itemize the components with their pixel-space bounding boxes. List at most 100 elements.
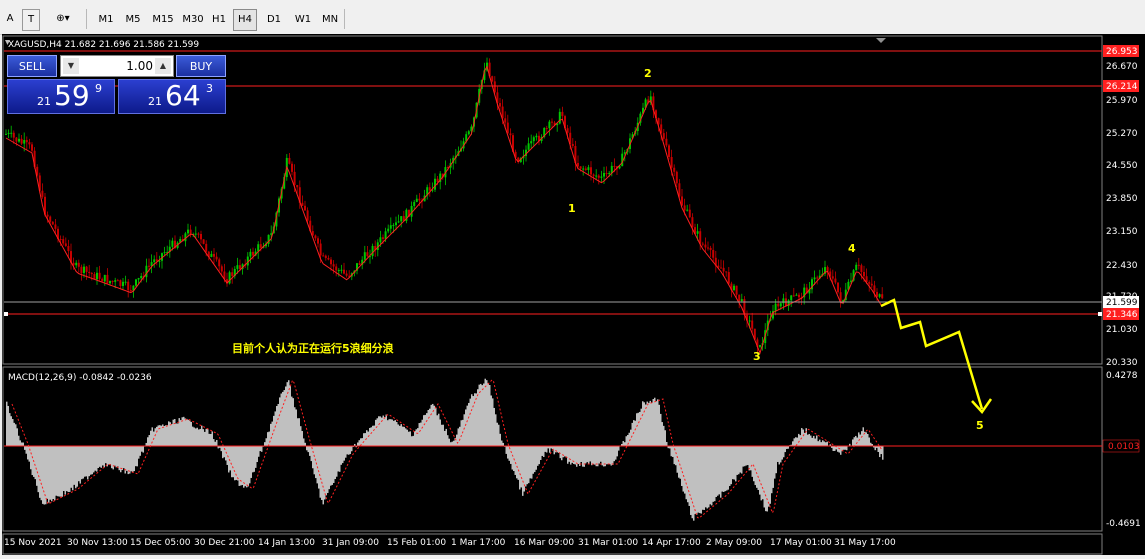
macd-bar <box>260 446 262 451</box>
timeframe-m1-button[interactable]: M1 <box>93 9 119 31</box>
macd-bar <box>530 446 532 478</box>
candle-body <box>41 191 43 197</box>
buy-price-box[interactable]: 21 64 3 <box>118 79 226 114</box>
sell-button[interactable]: SELL <box>7 55 57 77</box>
macd-bar <box>711 446 713 505</box>
macd-bar <box>201 426 203 446</box>
lot-increase-icon[interactable]: ▲ <box>155 58 171 74</box>
macd-bar <box>653 399 655 446</box>
macd-bar <box>410 431 412 446</box>
macd-bar <box>605 446 607 466</box>
candle-body <box>164 252 166 253</box>
macd-bar <box>689 446 691 506</box>
candle-body <box>593 174 595 175</box>
candle-body <box>491 76 493 81</box>
time-tick: 31 May 17:00 <box>834 538 896 548</box>
candle-body <box>548 122 550 129</box>
lot-decrease-icon[interactable]: ▼ <box>63 58 79 74</box>
macd-bar <box>419 423 421 446</box>
candle-body <box>382 237 384 239</box>
macd-bar <box>209 434 211 446</box>
buy-button[interactable]: BUY <box>176 55 226 77</box>
macd-bar <box>215 442 217 446</box>
macd-bar <box>78 446 80 481</box>
macd-bar <box>863 427 865 446</box>
macd-bar <box>107 446 109 466</box>
candle-body <box>122 282 124 286</box>
macd-bar <box>420 423 422 446</box>
candle-body <box>10 133 12 134</box>
candle-body <box>338 270 340 271</box>
macd-bar <box>681 446 683 486</box>
candle-body <box>535 136 537 137</box>
candle-body <box>140 276 142 278</box>
candle-body <box>138 278 140 279</box>
support-line-handle[interactable] <box>1098 312 1102 316</box>
timeframe-d1-button[interactable]: D1 <box>262 9 286 31</box>
text-label-tool-button[interactable]: A <box>2 9 18 29</box>
macd-bar <box>185 418 187 446</box>
macd-bar <box>659 405 661 446</box>
macd-bar <box>522 446 524 496</box>
timeframe-h1-button[interactable]: H1 <box>207 9 231 31</box>
macd-bar <box>197 428 199 446</box>
timeframe-h4-button[interactable]: H4 <box>233 9 257 31</box>
macd-bar <box>494 408 496 446</box>
macd-bar <box>693 446 695 521</box>
lot-size-value[interactable]: 1.00 <box>126 56 153 76</box>
macd-bar <box>591 446 593 465</box>
macd-bar <box>224 446 226 457</box>
macd-bar <box>699 446 701 513</box>
macd-bar <box>869 438 871 446</box>
timeframe-m5-button[interactable]: M5 <box>120 9 146 31</box>
lot-size-field[interactable]: ▼ 1.00 ▲ <box>60 55 174 77</box>
macd-bar <box>35 446 37 479</box>
text-tool-button[interactable]: T <box>22 9 40 31</box>
macd-bar <box>372 426 374 446</box>
macd-bar <box>110 446 112 464</box>
macd-bar <box>126 446 128 471</box>
candle-body <box>231 272 233 276</box>
macd-bar <box>758 446 760 490</box>
macd-bar <box>194 427 196 446</box>
candle-body <box>468 131 470 134</box>
timeframe-mn-button[interactable]: MN <box>317 9 343 31</box>
macd-bar <box>465 409 467 446</box>
macd-bar <box>149 435 151 446</box>
macd-bar <box>27 446 29 459</box>
timeframe-m30-button[interactable]: M30 <box>178 9 208 31</box>
macd-bar <box>230 446 232 470</box>
candle-body <box>572 144 574 146</box>
timeframe-w1-button[interactable]: W1 <box>291 9 315 31</box>
annotation-text[interactable]: 目前个人认为正在运行5浪细分浪 <box>232 341 394 355</box>
macd-bar <box>267 432 269 446</box>
timeframe-m15-button[interactable]: M15 <box>148 9 178 31</box>
macd-bar <box>135 446 137 466</box>
macd-bar <box>59 446 61 497</box>
wave-label-4: 4 <box>848 242 856 255</box>
objects-tool-button[interactable]: ⊕▾ <box>48 9 78 29</box>
macd-bar <box>416 429 418 446</box>
macd-bar <box>719 446 721 494</box>
sell-price-box[interactable]: 21 59 9 <box>7 79 115 114</box>
price-tick: 23.850 <box>1106 194 1138 204</box>
macd-bar <box>296 409 298 446</box>
macd-bar <box>39 446 41 498</box>
macd-bar <box>168 421 170 446</box>
candle-body <box>346 274 348 276</box>
macd-bar <box>347 446 349 454</box>
macd-bar <box>189 421 191 446</box>
candle-body <box>88 272 90 273</box>
candle-body <box>23 140 25 144</box>
macd-bar <box>582 446 584 467</box>
support-line-handle[interactable] <box>4 312 8 316</box>
candle-body <box>49 217 51 222</box>
macd-bar <box>672 446 674 457</box>
macd-bar <box>242 446 244 485</box>
macd-bar <box>50 446 52 500</box>
chart-shift-marker[interactable] <box>876 38 886 43</box>
macd-bar <box>95 446 97 471</box>
candle-body <box>327 258 329 259</box>
projection-arrow-line[interactable] <box>881 300 982 409</box>
candle-body <box>790 295 792 300</box>
